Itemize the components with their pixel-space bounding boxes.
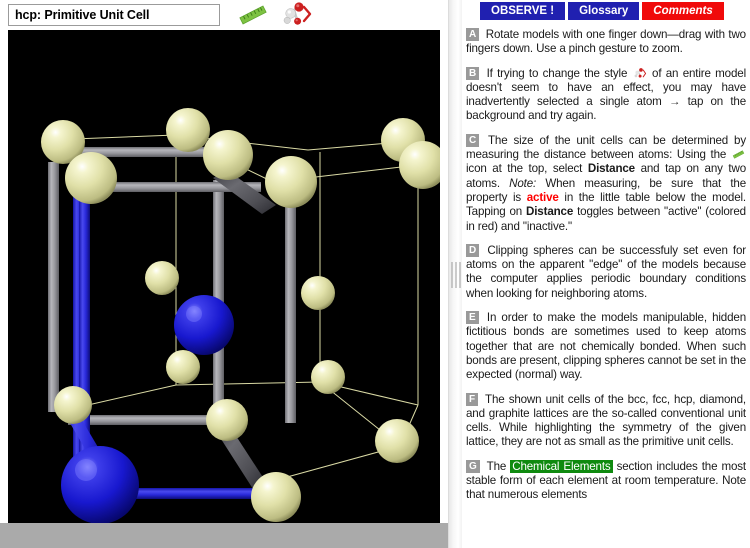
observe-item-badge: G xyxy=(466,460,480,473)
observe-item-badge: B xyxy=(466,67,479,80)
grip-line xyxy=(459,262,460,288)
paragraph-text: Clipping spheres can be successfuly set … xyxy=(466,244,746,300)
emphasis-bold: Distance xyxy=(526,205,573,218)
molecule-style-icon xyxy=(633,68,647,79)
emphasis-active-red: active xyxy=(527,191,559,204)
emphasis-italic: Note: xyxy=(509,177,536,190)
tab-glossary[interactable]: Glossary xyxy=(568,2,639,20)
paragraph-text: The xyxy=(487,460,511,473)
model-title-field[interactable]: hcp: Primitive Unit Cell xyxy=(8,4,220,26)
paragraph-text: icon at the top, select xyxy=(466,162,588,175)
paragraph-text: The shown unit cells of the bcc, fcc, hc… xyxy=(466,393,746,449)
molecule-3d-canvas[interactable] xyxy=(8,30,440,523)
model-pane: hcp: Primitive Unit Cell xyxy=(0,0,448,548)
model-toolbar: hcp: Primitive Unit Cell xyxy=(0,0,448,29)
pane-divider-grip[interactable] xyxy=(451,262,460,288)
observe-item-f: F The shown unit cells of the bcc, fcc, … xyxy=(466,393,746,450)
observe-item-c: C The size of the unit cells can be dete… xyxy=(466,134,746,234)
emphasis-bold: Distance xyxy=(588,162,635,175)
observe-item-badge: E xyxy=(466,311,479,324)
app-root: hcp: Primitive Unit Cell xyxy=(0,0,750,548)
canvas-right-margin xyxy=(440,30,448,523)
ruler-measure-icon[interactable] xyxy=(237,3,269,27)
observe-item-d: D Clipping spheres can be successfuly se… xyxy=(466,244,746,301)
model-title-text: hcp: Primitive Unit Cell xyxy=(15,8,149,22)
paragraph-text: The size of the unit cells can be determ… xyxy=(466,134,746,161)
observe-item-badge: A xyxy=(466,28,479,41)
observe-item-e: E In order to make the models manipulabl… xyxy=(466,311,746,382)
observe-content: A Rotate models with one finger down—dra… xyxy=(462,21,750,503)
model-pane-footer xyxy=(0,523,448,548)
pane-divider[interactable] xyxy=(448,0,462,548)
info-tabbar: OBSERVE ! Glossary Comments xyxy=(462,0,750,21)
paragraph-text: In order to make the models manipulable,… xyxy=(466,311,746,381)
tab-comments[interactable]: Comments xyxy=(642,2,723,20)
observe-item-a: A Rotate models with one finger down—dra… xyxy=(466,28,746,57)
paragraph-text: If trying to change the style xyxy=(487,67,632,80)
observe-item-b: B If trying to change the style of an en… xyxy=(466,67,746,124)
section-link-chemical-elements[interactable]: Chemical Elements xyxy=(510,460,612,473)
info-pane: OBSERVE ! Glossary Comments A Rotate mod… xyxy=(462,0,750,548)
observe-item-badge: D xyxy=(466,244,479,257)
observe-item-badge: C xyxy=(466,134,479,147)
molecule-style-icon[interactable] xyxy=(277,2,315,28)
grip-line xyxy=(455,262,456,288)
observe-item-badge: F xyxy=(466,393,478,406)
tab-observe[interactable]: OBSERVE ! xyxy=(480,2,565,20)
observe-item-g: G The Chemical Elements section includes… xyxy=(466,460,746,503)
ruler-measure-icon xyxy=(732,150,745,159)
paragraph-text: Rotate models with one finger down—drag … xyxy=(466,28,746,55)
grip-line xyxy=(451,262,452,288)
